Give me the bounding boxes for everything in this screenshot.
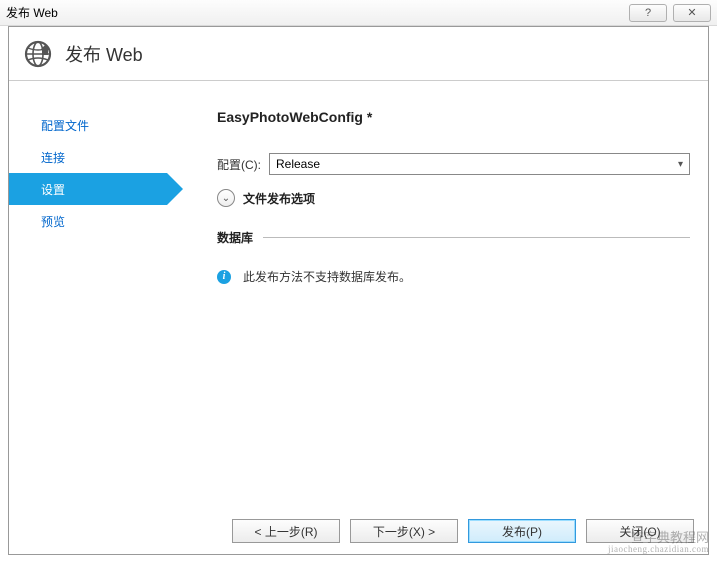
- sidebar-item-settings[interactable]: 设置: [9, 173, 167, 205]
- titlebar-buttons: ? ✕: [629, 4, 711, 22]
- sidebar-item-profile[interactable]: 配置文件: [9, 109, 167, 141]
- dialog-body: 发布 Web 配置文件 连接 设置 预览 EasyPhotoWebConfig …: [8, 26, 709, 555]
- profile-name: EasyPhotoWebConfig *: [217, 109, 690, 125]
- database-heading-label: 数据库: [217, 229, 253, 246]
- titlebar: 发布 Web ? ✕: [0, 0, 717, 26]
- help-button[interactable]: ?: [629, 4, 667, 22]
- file-options-label: 文件发布选项: [243, 190, 315, 207]
- info-icon: i: [217, 270, 231, 284]
- content-area: 配置文件 连接 设置 预览 EasyPhotoWebConfig * 配置(C)…: [9, 81, 708, 508]
- main-panel: EasyPhotoWebConfig * 配置(C): Release ⌄ 文件…: [167, 81, 708, 508]
- file-options-expander[interactable]: ⌄ 文件发布选项: [217, 189, 690, 207]
- globe-icon: [23, 39, 53, 69]
- info-row: i 此发布方法不支持数据库发布。: [217, 268, 690, 285]
- info-message: 此发布方法不支持数据库发布。: [243, 268, 411, 285]
- window-title: 发布 Web: [6, 4, 58, 21]
- sidebar-item-label: 配置文件: [41, 117, 89, 134]
- config-value: Release: [276, 157, 320, 171]
- config-row: 配置(C): Release: [217, 153, 690, 175]
- config-label: 配置(C):: [217, 156, 261, 173]
- sidebar-item-connection[interactable]: 连接: [9, 141, 167, 173]
- config-select[interactable]: Release: [269, 153, 690, 175]
- dialog-title: 发布 Web: [65, 41, 143, 67]
- sidebar-item-preview[interactable]: 预览: [9, 205, 167, 237]
- close-button[interactable]: 关闭(O): [586, 519, 694, 543]
- database-heading: 数据库: [217, 229, 690, 246]
- sidebar-item-label: 预览: [41, 213, 65, 230]
- dialog-header: 发布 Web: [9, 27, 708, 81]
- sidebar-item-label: 连接: [41, 149, 65, 166]
- prev-button[interactable]: < 上一步(R): [232, 519, 340, 543]
- sidebar: 配置文件 连接 设置 预览: [9, 81, 167, 508]
- close-window-button[interactable]: ✕: [673, 4, 711, 22]
- publish-button[interactable]: 发布(P): [468, 519, 576, 543]
- dialog-footer: < 上一步(R) 下一步(X) > 发布(P) 关闭(O): [9, 508, 708, 554]
- sidebar-item-label: 设置: [41, 181, 65, 198]
- chevron-down-icon: ⌄: [217, 189, 235, 207]
- next-button[interactable]: 下一步(X) >: [350, 519, 458, 543]
